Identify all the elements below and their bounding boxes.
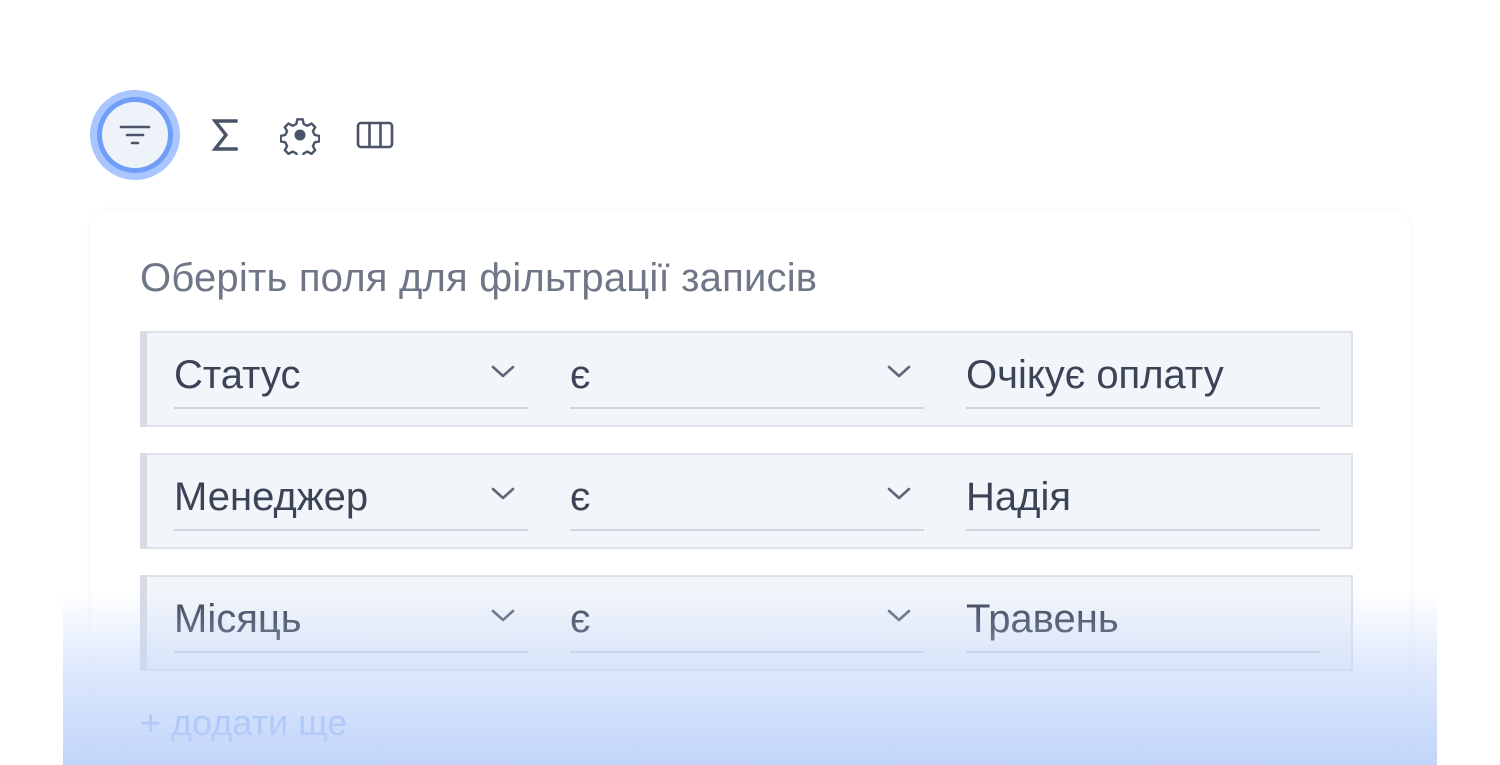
filter-panel-screen: Оберіть поля для фільтрації записів Стат… — [0, 0, 1500, 765]
add-filter-link[interactable]: + додати ще — [140, 702, 347, 744]
chevron-down-icon — [887, 487, 911, 500]
gear-icon — [280, 115, 320, 155]
chevron-down-icon — [491, 365, 515, 378]
sum-button[interactable] — [200, 105, 250, 165]
chevron-down-icon — [491, 609, 515, 622]
operator-select-value: є — [570, 597, 591, 641]
chevron-down-icon — [491, 487, 515, 500]
columns-button[interactable] — [350, 105, 400, 165]
value-input[interactable]: Очікує оплату — [966, 351, 1320, 409]
field-select-value: Статус — [174, 353, 301, 397]
value-input-text: Надія — [966, 475, 1072, 519]
sigma-icon — [211, 118, 239, 152]
field-select[interactable]: Менеджер — [174, 473, 528, 531]
filter-lines-icon — [102, 102, 168, 168]
value-input[interactable]: Надія — [966, 473, 1320, 531]
columns-icon — [356, 120, 394, 150]
field-select-value: Менеджер — [174, 475, 369, 519]
operator-select-value: є — [570, 475, 591, 519]
value-input-text: Травень — [966, 597, 1119, 641]
settings-button[interactable] — [275, 105, 325, 165]
field-select[interactable]: Місяць — [174, 595, 528, 653]
field-select-value: Місяць — [174, 597, 302, 641]
value-input[interactable]: Травень — [966, 595, 1320, 653]
filter-button[interactable] — [90, 90, 180, 180]
value-input-text: Очікує оплату — [966, 353, 1224, 397]
operator-select[interactable]: є — [570, 595, 924, 653]
operator-select[interactable]: є — [570, 473, 924, 531]
toolbar — [90, 90, 400, 180]
operator-select[interactable]: є — [570, 351, 924, 409]
operator-select-value: є — [570, 353, 591, 397]
filter-row: Менеджер є Надія — [140, 453, 1353, 549]
filter-row: Місяць є Травень — [140, 575, 1353, 671]
chevron-down-icon — [887, 609, 911, 622]
filter-row: Статус є Очікує оплату — [140, 331, 1353, 427]
panel-title: Оберіть поля для фільтрації записів — [140, 256, 818, 300]
field-select[interactable]: Статус — [174, 351, 528, 409]
chevron-down-icon — [887, 365, 911, 378]
